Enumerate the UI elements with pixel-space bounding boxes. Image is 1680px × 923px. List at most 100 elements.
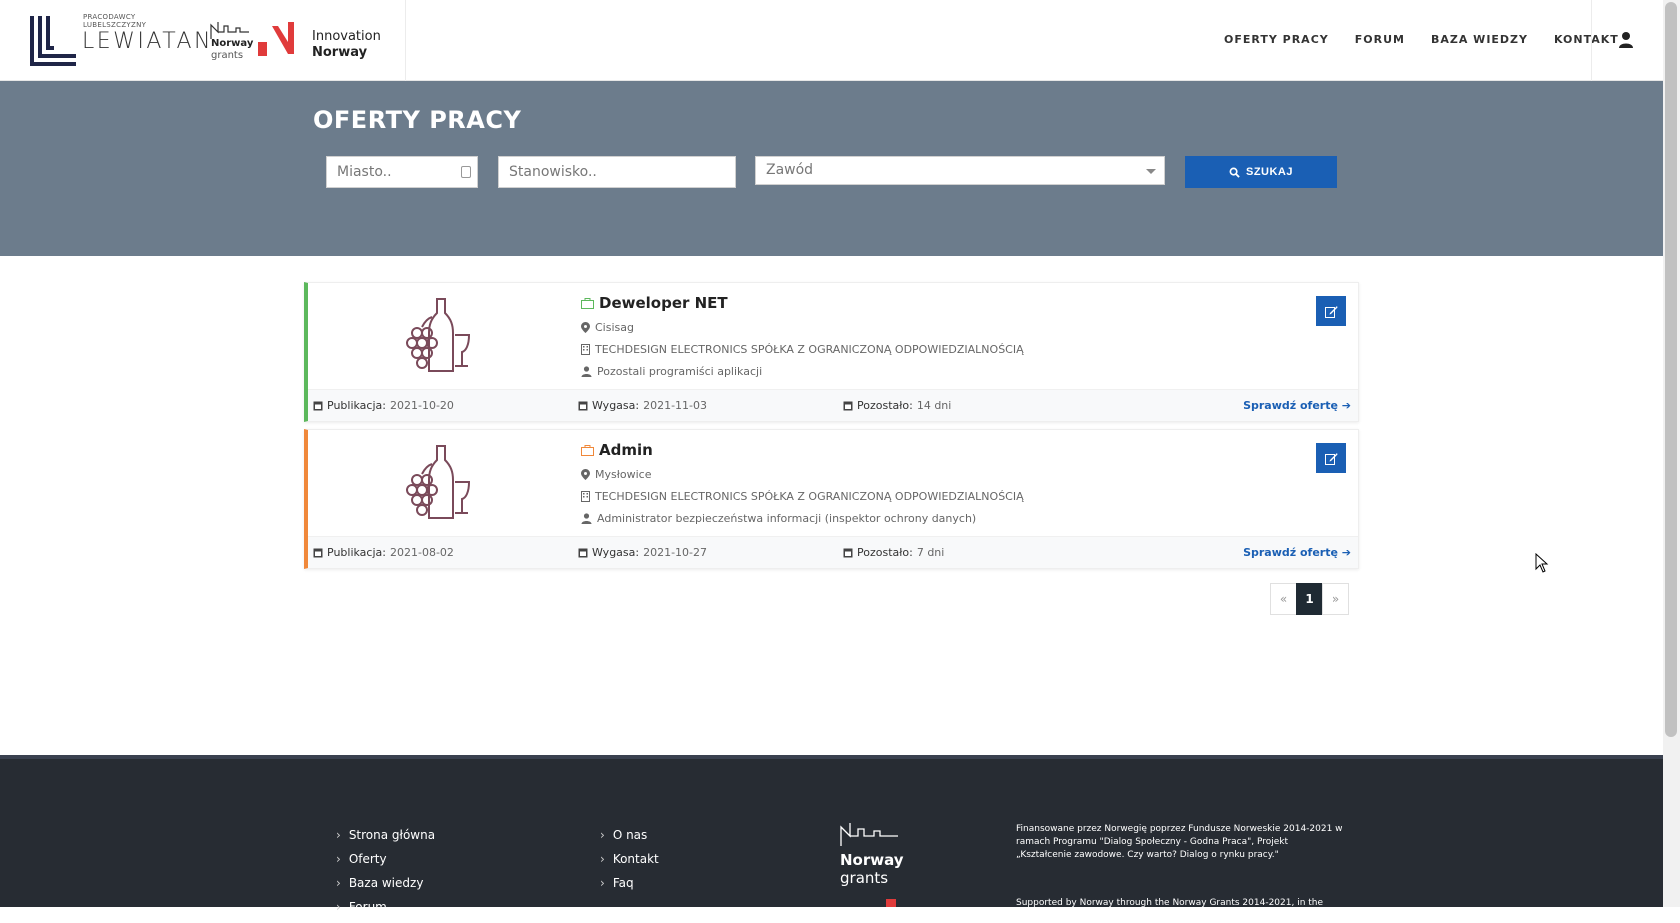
nav-oferty-pracy[interactable]: OFERTY PRACY (1224, 33, 1329, 46)
norway-grants-text: Norway grants (211, 38, 253, 62)
check-offer-link[interactable]: Sprawdź ofertę ➔ (1243, 399, 1351, 412)
footer-link-faq[interactable]: › Faq (600, 871, 659, 895)
calendar-icon (313, 548, 323, 558)
site-footer: › Strona główna › Oferty › Baza wiedzy › For… (0, 755, 1663, 921)
footer-links-col2: › O nas › Kontakt › Faq (600, 823, 659, 895)
briefcase-icon (581, 297, 594, 309)
publication-label: Publikacja: (327, 546, 386, 559)
edit-offer-button[interactable] (1316, 296, 1346, 326)
profession-select[interactable]: Zawód (755, 156, 1165, 185)
wine-grapes-icon (406, 445, 471, 519)
pagination-prev[interactable]: « (1270, 583, 1297, 615)
expiry-label: Wygasa: (592, 399, 640, 412)
chevron-right-icon: › (336, 852, 341, 866)
edit-offer-button[interactable] (1316, 443, 1346, 473)
calendar-icon (313, 401, 323, 411)
offer-category: Pozostali programiści aplikacji (581, 365, 762, 378)
innovation-norway-text: Innovation Norway (312, 29, 381, 61)
search-icon (1229, 167, 1240, 178)
offer-expiry: Wygasa: 2021-11-03 (578, 399, 707, 412)
offer-title[interactable]: Admin (599, 441, 653, 459)
pagination-page-current[interactable]: 1 (1296, 583, 1323, 615)
footer-link-home[interactable]: › Strona główna (336, 823, 435, 847)
caret-down-icon (1146, 169, 1156, 174)
offer-title[interactable]: Deweloper NET (599, 294, 728, 312)
logo-area[interactable]: PRACODAWCY LUBELSZCZYZNY LEWIATAN Norway… (0, 0, 406, 81)
edit-icon (1324, 305, 1337, 318)
offer-category: Administrator bezpieczeństwa informacji … (581, 512, 976, 525)
publication-date: 2021-08-02 (389, 546, 454, 559)
norway-grants-logo-icon (210, 22, 249, 39)
footer-link-about[interactable]: › O nas (600, 823, 659, 847)
offer-title-row: Admin (581, 441, 653, 459)
lewiatan-logo-icon (30, 16, 76, 66)
footer-ng-line2: grants (840, 869, 889, 887)
offer-company: TECHDESIGN ELECTRONICS SPÓŁKA Z OGRANICZ… (581, 343, 1024, 356)
arrow-right-icon: ➔ (1341, 399, 1351, 412)
offer-city: Mysłowice (581, 468, 651, 481)
check-offer-link[interactable]: Sprawdź ofertę ➔ (1243, 546, 1351, 559)
position-placeholder: Stanowisko.. (509, 164, 597, 180)
building-icon (581, 344, 590, 355)
footer-ng-line1: Norway (840, 851, 904, 869)
footer-funding-text-en: Supported by Norway through the Norway G… (1016, 898, 1324, 921)
building-icon (581, 491, 590, 502)
offer-remaining: Pozostało: 7 dni (843, 546, 944, 559)
map-marker-icon (581, 322, 590, 333)
briefcase-icon (581, 444, 594, 456)
footer-link-offers[interactable]: › Oferty (336, 847, 435, 871)
offer-company-text: TECHDESIGN ELECTRONICS SPÓŁKA Z OGRANICZ… (595, 490, 1024, 503)
offer-category-text: Administrator bezpieczeństwa informacji … (597, 512, 977, 525)
user-tie-icon (581, 366, 592, 377)
footer-link-label: Strona główna (348, 828, 436, 842)
offer-city-text: Mysłowice (595, 468, 652, 481)
nav-forum[interactable]: FORUM (1355, 33, 1405, 46)
city-placeholder: Miasto.. (337, 164, 392, 180)
chevron-right-icon: › (600, 876, 605, 890)
remaining-label: Pozostało: (857, 546, 913, 559)
nav-baza-wiedzy[interactable]: BAZA WIEDZY (1431, 33, 1528, 46)
search-button[interactable]: SZUKAJ (1185, 156, 1337, 188)
footer-link-contact[interactable]: › Kontakt (600, 847, 659, 871)
footer-link-knowledge[interactable]: › Baza wiedzy (336, 871, 435, 895)
map-marker-icon (581, 469, 590, 480)
calendar-icon (578, 401, 588, 411)
scrollbar-thumb[interactable] (1665, 2, 1677, 737)
footer-link-label: Faq (612, 876, 634, 890)
profession-value: Zawód (766, 162, 814, 178)
job-offer-card: Admin Mysłowice TECHDESIGN ELECTRONICS S… (304, 429, 1359, 569)
city-input[interactable]: Miasto.. (326, 156, 478, 188)
wine-grapes-icon (406, 298, 471, 372)
main-nav: OFERTY PRACY FORUM BAZA WIEDZY KONTAKT (1224, 33, 1619, 46)
pagination-next[interactable]: » (1322, 583, 1349, 615)
norway-grants-line2: grants (211, 50, 244, 61)
footer-link-label: O nas (612, 828, 648, 842)
publication-date: 2021-10-20 (389, 399, 454, 412)
expiry-date: 2021-10-27 (643, 546, 708, 559)
page-scrollbar[interactable] (1663, 0, 1680, 907)
chevron-right-icon: › (336, 876, 341, 890)
offer-category-text: Pozostali programiści aplikacji (597, 365, 763, 378)
user-tie-icon (581, 513, 592, 524)
footer-link-label: Baza wiedzy (348, 876, 424, 890)
user-menu[interactable] (1591, 0, 1663, 81)
offer-footer: Publikacja: 2021-08-02 Wygasa: 2021-10-2… (308, 536, 1358, 568)
footer-links-col1: › Strona główna › Oferty › Baza wiedzy › For… (336, 823, 435, 919)
expiry-label: Wygasa: (592, 546, 640, 559)
position-input[interactable]: Stanowisko.. (498, 156, 736, 188)
norway-grants-line1: Norway (211, 38, 254, 49)
calendar-check-icon (843, 548, 853, 558)
arrow-right-icon: ➔ (1341, 546, 1351, 559)
footer-link-label: Oferty (348, 852, 387, 866)
chevron-right-icon: › (336, 828, 341, 842)
footer-norway-grants-text: Norway grants (840, 851, 904, 887)
remaining-value: 14 dni (916, 399, 952, 412)
footer-link-label: Kontakt (612, 852, 659, 866)
edit-icon (1324, 452, 1337, 465)
search-hero: OFERTY PRACY Miasto.. Stanowisko.. Zawód… (0, 81, 1663, 256)
footer-link-forum[interactable]: › Forum (336, 895, 435, 919)
offer-city-text: Cisisag (595, 321, 634, 334)
lewiatan-name: LEWIATAN (82, 29, 213, 54)
chevron-right-icon: › (600, 852, 605, 866)
remaining-label: Pozostało: (857, 399, 913, 412)
